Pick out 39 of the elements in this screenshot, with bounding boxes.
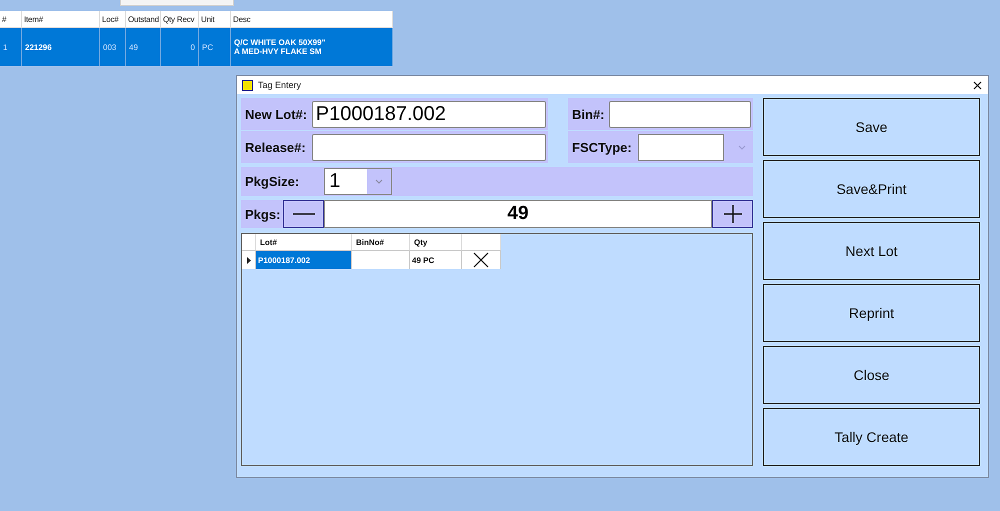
action-button[interactable]: Save&Print <box>763 160 980 218</box>
chevron-icon <box>375 179 384 184</box>
field-label: Release#: <box>245 140 307 154</box>
delete-icon[interactable] <box>473 252 489 268</box>
table-cell <box>352 250 410 269</box>
action-button[interactable]: Close <box>763 346 980 404</box>
dropdown-field[interactable]: 1 <box>324 168 392 195</box>
table-cell: Q/C WHITE OAK 50X99" A MED-HVY FLAKE SM <box>231 28 393 66</box>
minus-button[interactable] <box>283 200 324 228</box>
action-button[interactable]: Reprint <box>763 284 980 342</box>
action-button[interactable]: Save <box>763 98 980 156</box>
field-label: FSCType: <box>572 140 632 154</box>
input-field[interactable] <box>608 100 751 128</box>
input-field[interactable] <box>312 134 546 160</box>
action-button[interactable]: Tally Create <box>763 408 980 466</box>
table-cell: 49 <box>126 28 161 66</box>
field-label: PkgSize: <box>245 174 300 189</box>
table-cell: 0 <box>161 28 199 66</box>
window-title: Tag Entery <box>258 80 302 90</box>
table-cell: P1000187.002 <box>256 250 352 269</box>
minus-icon <box>292 213 314 215</box>
table-cell: 49 PC <box>410 250 462 269</box>
table-cell: 221296 <box>22 28 100 66</box>
field-label: Pkgs: <box>245 206 282 222</box>
input-field[interactable]: P1000187.002 <box>312 100 546 128</box>
table-cell: 003 <box>100 28 126 66</box>
table-cell: 1 <box>0 28 22 66</box>
dropdown-field[interactable] <box>638 134 724 160</box>
plus-icon <box>724 205 742 223</box>
column-header[interactable]: Qty <box>410 234 462 250</box>
field-label: Bin#: <box>572 106 605 122</box>
field-label: New Lot#: <box>245 106 308 122</box>
plus-button[interactable] <box>712 200 753 228</box>
column-header[interactable]: BinNo# <box>352 234 410 250</box>
app-icon <box>242 80 253 90</box>
close-icon[interactable] <box>973 80 982 90</box>
action-button[interactable]: Next Lot <box>763 222 980 280</box>
input-field[interactable]: 49 <box>324 200 712 228</box>
table-cell: PC <box>199 28 231 66</box>
